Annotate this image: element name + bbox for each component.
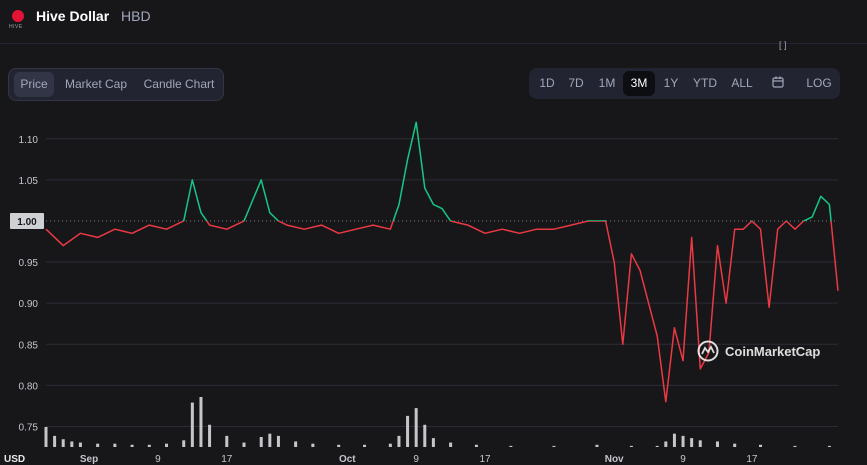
volume-bar (113, 443, 117, 447)
volume-bar (431, 438, 435, 447)
volume-bar (655, 445, 659, 447)
volume-bar (449, 442, 453, 447)
volume-bar (225, 435, 229, 447)
x-tick-label: Nov (605, 454, 624, 465)
volume-bar (276, 435, 280, 447)
volume-bar (242, 442, 246, 447)
volume-bar (733, 443, 737, 447)
volume-bar (414, 408, 418, 447)
coinmarketcap-icon (697, 340, 719, 362)
volume-bar (165, 443, 169, 447)
x-axis: Sep 9 17 Oct 9 17 Nov 9 17 (80, 454, 758, 465)
volume-bar (715, 441, 719, 447)
y-tick-label: 1.10 (19, 135, 39, 146)
y-tick-label: 0.80 (19, 381, 39, 392)
watermark-text: CoinMarketCap (725, 344, 821, 359)
x-tick-label: 9 (155, 454, 161, 465)
volume-bar (698, 440, 702, 447)
volume-bar (664, 441, 668, 447)
volume-bar (70, 441, 74, 447)
x-tick-label: 17 (479, 454, 491, 465)
volume-bar (147, 444, 151, 447)
volume-bar (44, 427, 48, 447)
volume-bar (182, 440, 186, 447)
volume-bar (595, 444, 599, 447)
volume-bar (397, 435, 401, 447)
currency-label: USD (4, 454, 26, 465)
volume-bar (199, 397, 203, 447)
volume-bar (552, 445, 556, 447)
y-tick-label: 0.75 (19, 422, 39, 433)
volume-bar (208, 424, 212, 447)
y-tick-label: 0.85 (19, 340, 39, 351)
volume-bar (681, 435, 685, 447)
y-axis: 1.10 1.05 0.95 0.90 0.85 0.80 0.75 1.00 (10, 135, 44, 433)
x-tick-label: 17 (221, 454, 233, 465)
volume-bar (690, 438, 694, 447)
volume-bar (423, 424, 427, 447)
volume-bar (793, 445, 797, 447)
volume-bar (61, 439, 65, 447)
x-tick-label: 17 (746, 454, 758, 465)
volume-bar (190, 402, 194, 447)
y-tick-label: 1.05 (19, 176, 39, 187)
volume-bar (672, 433, 676, 447)
volume-bar (509, 445, 513, 447)
volume-bar (294, 441, 298, 447)
volume-bar (53, 435, 57, 447)
volume-bar (629, 445, 633, 447)
volume-bar (337, 444, 341, 447)
volume-bar (363, 444, 367, 447)
volume-bar (268, 433, 272, 447)
volume-bar (827, 445, 831, 447)
baseline-label: 1.00 (17, 217, 37, 228)
volume-bar (406, 415, 410, 447)
x-tick-label: 9 (413, 454, 419, 465)
volume-bar (388, 443, 392, 447)
volume-bar (759, 444, 763, 447)
price-chart: 1.10 1.05 0.95 0.90 0.85 0.80 0.75 1.00 Sep 9 17 O… (10, 121, 839, 465)
volume-bar (78, 442, 82, 447)
x-tick-label: Sep (80, 454, 98, 465)
volume-bar (96, 443, 100, 447)
volume-bar (311, 443, 315, 447)
x-tick-label: 9 (680, 454, 686, 465)
volume-bars (44, 397, 831, 447)
y-tick-label: 0.95 (19, 258, 39, 269)
chart-grid (46, 138, 838, 427)
y-tick-label: 0.90 (19, 299, 39, 310)
x-tick-label: Oct (339, 454, 356, 465)
volume-bar (259, 437, 263, 447)
volume-bar (474, 444, 478, 447)
volume-bar (130, 444, 134, 447)
